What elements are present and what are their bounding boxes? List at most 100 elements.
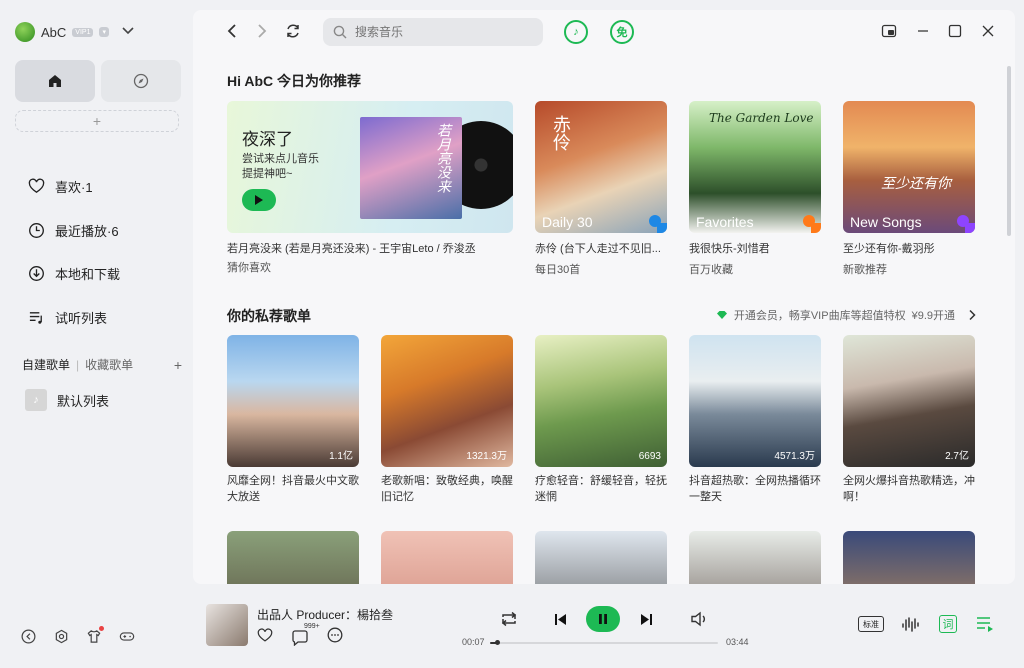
banner-play-button[interactable]	[242, 189, 276, 211]
cover-text: 至少还有你	[881, 176, 951, 192]
back-circle-icon[interactable]	[20, 628, 36, 644]
recommend-card-favorites[interactable]: The Garden Love Favorites 我很快乐-刘惜君 百万收藏	[689, 101, 821, 277]
sound-effect-icon[interactable]	[901, 615, 921, 633]
card-title: 我很快乐-刘惜君	[689, 243, 770, 255]
playlist-card[interactable]: 6693 疗愈轻音：舒缓轻音，轻抚迷惘	[535, 335, 667, 505]
daily-banner[interactable]: 夜深了 尝试来点儿音乐提提神吧~ 若月亮没来	[227, 101, 513, 233]
add-shortcut-button[interactable]: +	[15, 110, 179, 132]
cover-text: 赤伶	[550, 115, 571, 151]
refresh-icon[interactable]	[284, 22, 302, 40]
like-heart-icon[interactable]	[257, 627, 273, 648]
playlist-card[interactable]	[843, 531, 975, 584]
playlist-item-default[interactable]: ♪ 默认列表	[25, 389, 109, 411]
playlist-card[interactable]: 1.1亿 风靡全网！抖音最火中文歌大放送	[227, 335, 359, 505]
scrollbar-thumb[interactable]	[1007, 66, 1011, 236]
playlist-icon	[29, 311, 42, 324]
volume-icon[interactable]	[690, 611, 710, 627]
heart-icon	[28, 178, 45, 194]
more-icon[interactable]	[327, 627, 343, 648]
card-cover-image	[689, 531, 821, 584]
tab-collected-playlists[interactable]: 收藏歌单	[85, 356, 133, 373]
home-icon	[49, 75, 61, 87]
vip-promo-price: ¥9.9开通	[911, 310, 955, 322]
corner-square	[811, 223, 821, 233]
recommend-card-daily30[interactable]: 赤伶 Daily 30 赤伶 (台下人走过不见旧... 每日30首	[535, 101, 667, 277]
sidebar-item-label: 本地和下载	[55, 267, 121, 283]
back-arrow-icon[interactable]	[223, 22, 241, 40]
settings-icon[interactable]	[53, 628, 69, 644]
music-recognize-icon[interactable]: ♪	[564, 20, 588, 44]
play-pause-button[interactable]	[586, 606, 620, 632]
cover-text: The Garden Love	[709, 111, 814, 125]
sidebar-item-label: 喜欢·1	[55, 180, 93, 196]
sidebar-item-local-download[interactable]: 本地和下载	[28, 252, 120, 296]
minimize-icon[interactable]	[914, 22, 932, 40]
playlist-label: 默认列表	[57, 393, 110, 409]
now-playing-cover[interactable]	[206, 604, 248, 646]
play-count: 1321.3万	[466, 451, 507, 462]
comment-count: 999+	[304, 622, 320, 630]
card-cover-image	[843, 531, 975, 584]
forward-arrow-icon[interactable]	[253, 22, 271, 40]
search-box[interactable]	[323, 18, 543, 46]
banner-cover-image: 若月亮没来	[360, 117, 462, 219]
playlist-card[interactable]	[535, 531, 667, 584]
vip-promo-text: 开通会员，畅享VIP曲库等超值特权	[733, 310, 906, 322]
free-mode-icon[interactable]: 免	[610, 20, 634, 44]
play-count: 2.7亿	[945, 451, 969, 462]
sidebar-item-liked[interactable]: 喜欢·1	[28, 165, 120, 209]
card-description: 老歌新唱：致敬经典，唤醒旧记忆	[381, 475, 513, 503]
add-playlist-icon[interactable]: +	[174, 357, 182, 373]
card-cover-image: 2.7亿	[843, 335, 975, 467]
search-input[interactable]	[355, 25, 525, 39]
main-panel: ♪ 免 Hi AbC 今日为你推荐 夜深了 尝试来点儿音乐提提神吧~ 若月亮没来…	[193, 10, 1015, 584]
app-logo-icon	[15, 22, 35, 42]
sidebar-item-recent[interactable]: 最近播放·6	[28, 209, 120, 253]
card-cover-image	[535, 531, 667, 584]
banner-cover-text: 若月亮没来	[436, 123, 452, 193]
player-bar: 出品人 Producer：楊拾叁 999+ 00:07 03:44 标准 词	[193, 594, 1015, 658]
banner-caption[interactable]: 若月亮没来 (若是月亮还没来) - 王宇宙Leto / 乔浚丞	[227, 240, 517, 256]
lyrics-button[interactable]: 词	[939, 615, 957, 633]
playlist-card[interactable]	[689, 531, 821, 584]
playlist-card[interactable]: 2.7亿 全网火爆抖音热歌精选，冲啊！	[843, 335, 975, 505]
progress-bar[interactable]	[490, 640, 718, 645]
skin-shirt-icon[interactable]	[86, 626, 104, 644]
play-count: 6693	[638, 451, 661, 462]
playlist-card[interactable]	[381, 531, 513, 584]
card-cover-image: 赤伶 Daily 30	[535, 101, 667, 233]
chevron-right-icon[interactable]	[967, 309, 977, 321]
now-playing-title[interactable]: 出品人 Producer：楊拾叁	[257, 606, 393, 623]
home-tab-button[interactable]	[15, 60, 95, 102]
card-description: 风靡全网！抖音最火中文歌大放送	[227, 475, 359, 503]
top-bar: ♪ 免	[193, 10, 1015, 55]
play-queue-icon[interactable]	[976, 616, 994, 632]
maximize-icon[interactable]	[946, 22, 964, 40]
comment-icon[interactable]: 999+	[291, 623, 320, 646]
user-name[interactable]: AbC	[41, 25, 66, 40]
previous-track-icon[interactable]	[554, 613, 567, 626]
sidebar-item-label: 试听列表	[55, 310, 108, 326]
playlist-card[interactable]	[227, 531, 359, 584]
recommend-card-newsongs[interactable]: 至少还有你 New Songs 至少还有你-戴羽彤 新歌推荐	[843, 101, 975, 277]
vip-promo[interactable]: 开通会员，畅享VIP曲库等超值特权 ¥9.9开通	[716, 307, 977, 323]
chevron-down-icon[interactable]	[121, 25, 135, 39]
playlist-card[interactable]: 1321.3万 老歌新唱：致敬经典，唤醒旧记忆	[381, 335, 513, 505]
sidebar-item-preview-list[interactable]: 试听列表	[28, 296, 120, 340]
card-overlay-label: New Songs	[850, 214, 922, 230]
card-cover-image: The Garden Love Favorites	[689, 101, 821, 233]
mini-mode-icon[interactable]	[880, 22, 898, 40]
gamepad-icon[interactable]	[119, 628, 135, 644]
notification-dot	[99, 626, 104, 631]
close-icon[interactable]	[979, 22, 997, 40]
next-track-icon[interactable]	[640, 613, 653, 626]
user-profile[interactable]: AbC VIP1 ▾	[15, 22, 135, 42]
playlist-card[interactable]: 4571.3万 抖音超热歌：全网热播循环一整天	[689, 335, 821, 505]
discover-tab-button[interactable]	[101, 60, 181, 102]
app-window: AbC VIP1 ▾ + 喜欢·1 最近播放·6 本地和下载 试听列表 自建歌单…	[0, 0, 1024, 668]
quality-button[interactable]: 标准	[858, 616, 884, 632]
loop-mode-icon[interactable]	[499, 611, 519, 627]
tab-created-playlists[interactable]: 自建歌单	[22, 356, 70, 373]
progress-knob[interactable]	[495, 640, 501, 645]
play-count: 1.1亿	[329, 451, 353, 462]
